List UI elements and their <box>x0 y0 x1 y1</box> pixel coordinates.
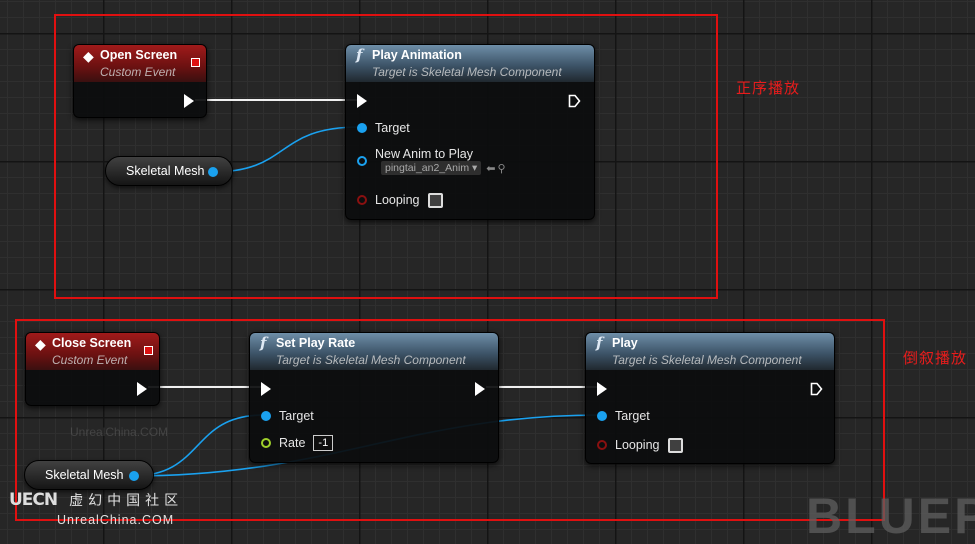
set-play-rate-exec-in[interactable] <box>261 381 271 397</box>
set-play-rate-node[interactable]: f Set Play Rate Target is Skeletal Mesh … <box>249 332 499 463</box>
target-label: Target <box>375 121 410 135</box>
object-pin-icon[interactable] <box>129 471 139 481</box>
set-play-rate-title: Set Play Rate <box>276 336 356 350</box>
open-screen-subtitle: Custom Event <box>100 65 176 79</box>
bool-pin-icon[interactable] <box>597 440 607 450</box>
anim-asset-dropdown[interactable]: pingtai_an2_Anim ▾ <box>381 161 482 175</box>
play-animation-subtitle: Target is Skeletal Mesh Component <box>372 65 562 79</box>
open-screen-node[interactable]: ◆ Open Screen Custom Event <box>73 44 207 118</box>
play-animation-target-pin[interactable]: Target <box>357 120 410 136</box>
open-screen-title: Open Screen <box>100 48 178 62</box>
float-pin-icon[interactable] <box>261 438 271 448</box>
exec-out-hollow-pin-icon[interactable] <box>568 94 581 108</box>
play-exec-out[interactable] <box>810 381 823 397</box>
target-label: Target <box>279 409 314 423</box>
group-label-reverse: 倒叙播放 <box>903 350 968 367</box>
group-label-forward: 正序播放 <box>736 80 801 97</box>
close-screen-title: Close Screen <box>52 336 132 350</box>
play-header[interactable]: f Play Target is Skeletal Mesh Component <box>586 333 834 370</box>
function-icon: f <box>596 334 603 352</box>
open-screen-exec-out[interactable] <box>184 93 194 109</box>
play-animation-exec-out[interactable] <box>568 93 581 109</box>
target-label: Target <box>615 409 650 423</box>
exec-out-pin-icon[interactable] <box>184 94 194 108</box>
exec-out-pin-icon[interactable] <box>475 382 485 396</box>
set-play-rate-target-pin[interactable]: Target <box>261 408 314 424</box>
delegate-pin-icon[interactable] <box>191 58 200 67</box>
close-screen-exec-out[interactable] <box>137 381 147 397</box>
play-animation-header[interactable]: f Play Animation Target is Skeletal Mesh… <box>346 45 594 82</box>
object-pin-icon[interactable] <box>261 411 271 421</box>
new-anim-label: New Anim to Play <box>375 147 473 161</box>
play-animation-node[interactable]: f Play Animation Target is Skeletal Mesh… <box>345 44 595 220</box>
open-screen-header[interactable]: ◆ Open Screen Custom Event <box>74 45 206 82</box>
uecn-logo-mark: UECN <box>9 490 58 510</box>
play-animation-looping-pin[interactable]: Looping <box>357 192 443 208</box>
rate-label: Rate <box>279 436 306 450</box>
set-play-rate-rate-pin[interactable]: Rate -1 <box>261 435 334 451</box>
close-screen-header[interactable]: ◆ Close Screen Custom Event <box>26 333 159 370</box>
looping-checkbox[interactable] <box>427 192 443 208</box>
object-pin-icon[interactable] <box>597 411 607 421</box>
skeletal-mesh-getter-bottom[interactable]: Skeletal Mesh <box>24 460 154 490</box>
exec-in-pin-icon[interactable] <box>261 382 271 396</box>
set-play-rate-subtitle: Target is Skeletal Mesh Component <box>276 353 466 367</box>
object-pin-icon[interactable] <box>357 123 367 133</box>
logo-cn-text: 虚幻中国社区 <box>69 492 184 508</box>
looping-label: Looping <box>375 193 420 207</box>
play-animation-new-anim-pin[interactable]: New Anim to Play <box>357 146 473 166</box>
looping-checkbox[interactable] <box>667 437 683 453</box>
function-icon: f <box>260 334 267 352</box>
anim-asset-picker[interactable]: pingtai_an2_Anim ▾ ⬅ ⚲ <box>381 161 506 175</box>
object-pin-hollow-icon[interactable] <box>357 156 367 166</box>
exec-out-hollow-pin-icon[interactable] <box>810 382 823 396</box>
blueprint-corner-watermark: BLUEP <box>806 488 975 544</box>
rate-value-input[interactable]: -1 <box>313 435 334 451</box>
exec-out-pin-icon[interactable] <box>137 382 147 396</box>
logo-en-text: UnrealChina.COM <box>57 513 175 527</box>
use-selected-arrow-icon[interactable]: ⬅ <box>486 162 495 175</box>
set-play-rate-exec-out[interactable] <box>475 381 485 397</box>
play-animation-exec-in[interactable] <box>357 93 367 109</box>
play-title: Play <box>612 336 638 350</box>
play-node[interactable]: f Play Target is Skeletal Mesh Component… <box>585 332 835 464</box>
function-icon: f <box>356 46 363 64</box>
bool-pin-icon[interactable] <box>357 195 367 205</box>
browse-search-icon[interactable]: ⚲ <box>497 162 505 175</box>
looping-label: Looping <box>615 438 660 452</box>
skeletal-mesh-getter-top[interactable]: Skeletal Mesh <box>105 156 233 186</box>
skeletal-mesh-label: Skeletal Mesh <box>45 468 124 482</box>
close-screen-node[interactable]: ◆ Close Screen Custom Event <box>25 332 160 406</box>
object-pin-icon[interactable] <box>208 167 218 177</box>
unrealchina-logo: UECN 虚幻中国社区 UnrealChina.COM <box>9 490 183 527</box>
custom-event-icon: ◆ <box>35 336 46 352</box>
anim-asset-value: pingtai_an2_Anim <box>385 162 470 174</box>
faint-watermark: UnrealChina.COM <box>70 425 169 439</box>
skeletal-mesh-label: Skeletal Mesh <box>126 164 205 178</box>
close-screen-subtitle: Custom Event <box>52 353 128 367</box>
play-looping-pin[interactable]: Looping <box>597 437 683 453</box>
play-animation-title: Play Animation <box>372 48 462 62</box>
play-target-pin[interactable]: Target <box>597 408 650 424</box>
exec-in-pin-icon[interactable] <box>597 382 607 396</box>
set-play-rate-header[interactable]: f Set Play Rate Target is Skeletal Mesh … <box>250 333 498 370</box>
exec-in-pin-icon[interactable] <box>357 94 367 108</box>
play-exec-in[interactable] <box>597 381 607 397</box>
play-subtitle: Target is Skeletal Mesh Component <box>612 353 802 367</box>
delegate-pin-icon[interactable] <box>144 346 153 355</box>
custom-event-icon: ◆ <box>83 48 94 64</box>
